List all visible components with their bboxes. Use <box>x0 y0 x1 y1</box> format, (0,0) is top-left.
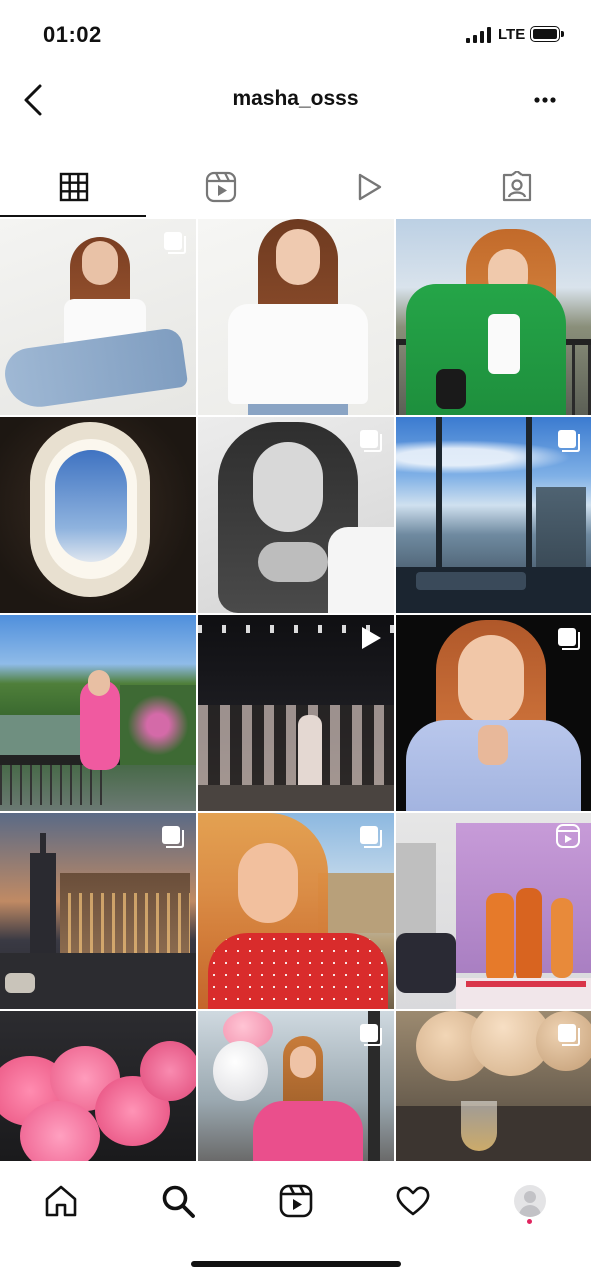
tab-tagged[interactable] <box>443 158 591 216</box>
tab-reels[interactable] <box>147 158 295 216</box>
profile-header: masha_osss <box>0 70 591 130</box>
tab-posts-grid[interactable] <box>0 158 148 216</box>
reels-icon <box>556 824 580 848</box>
post-thumbnail[interactable] <box>0 1011 196 1161</box>
home-indicator <box>191 1261 401 1267</box>
carousel-icon <box>162 826 184 848</box>
carousel-icon <box>558 628 580 650</box>
carousel-icon <box>558 1024 580 1046</box>
avatar <box>514 1185 546 1217</box>
heart-icon <box>396 1186 430 1216</box>
video-icon <box>362 627 381 649</box>
profile-tabs <box>0 158 591 218</box>
status-bar: 01:02 LTE <box>0 0 591 70</box>
tagged-person-icon <box>502 171 532 202</box>
nav-home[interactable] <box>39 1179 83 1223</box>
status-time: 01:02 <box>43 22 102 47</box>
play-icon <box>358 173 382 201</box>
carousel-icon <box>164 232 186 254</box>
carousel-icon <box>360 430 382 452</box>
carousel-icon <box>558 430 580 452</box>
post-thumbnail[interactable] <box>198 219 394 415</box>
tab-videos[interactable] <box>295 158 443 216</box>
nav-reels[interactable] <box>274 1179 318 1223</box>
post-thumbnail[interactable] <box>0 417 196 613</box>
posts-grid <box>0 219 591 1161</box>
post-thumbnail[interactable] <box>0 615 196 811</box>
battery-icon <box>530 26 564 42</box>
home-icon <box>45 1185 77 1217</box>
bottom-nav <box>0 1161 591 1280</box>
carousel-icon <box>360 826 382 848</box>
notification-dot <box>527 1219 532 1224</box>
search-icon <box>162 1185 195 1218</box>
nav-search[interactable] <box>156 1179 200 1223</box>
reels-icon <box>205 171 237 203</box>
reels-icon <box>279 1184 313 1218</box>
active-tab-indicator <box>0 215 146 217</box>
grid-icon <box>59 172 89 202</box>
network-type: LTE <box>498 26 526 43</box>
profile-username: masha_osss <box>232 87 359 110</box>
nav-activity[interactable] <box>391 1179 435 1223</box>
more-options-icon[interactable] <box>530 90 560 110</box>
post-thumbnail[interactable] <box>396 219 591 415</box>
carousel-icon <box>360 1024 382 1046</box>
nav-profile[interactable] <box>508 1179 552 1223</box>
signal-icon <box>466 27 491 43</box>
